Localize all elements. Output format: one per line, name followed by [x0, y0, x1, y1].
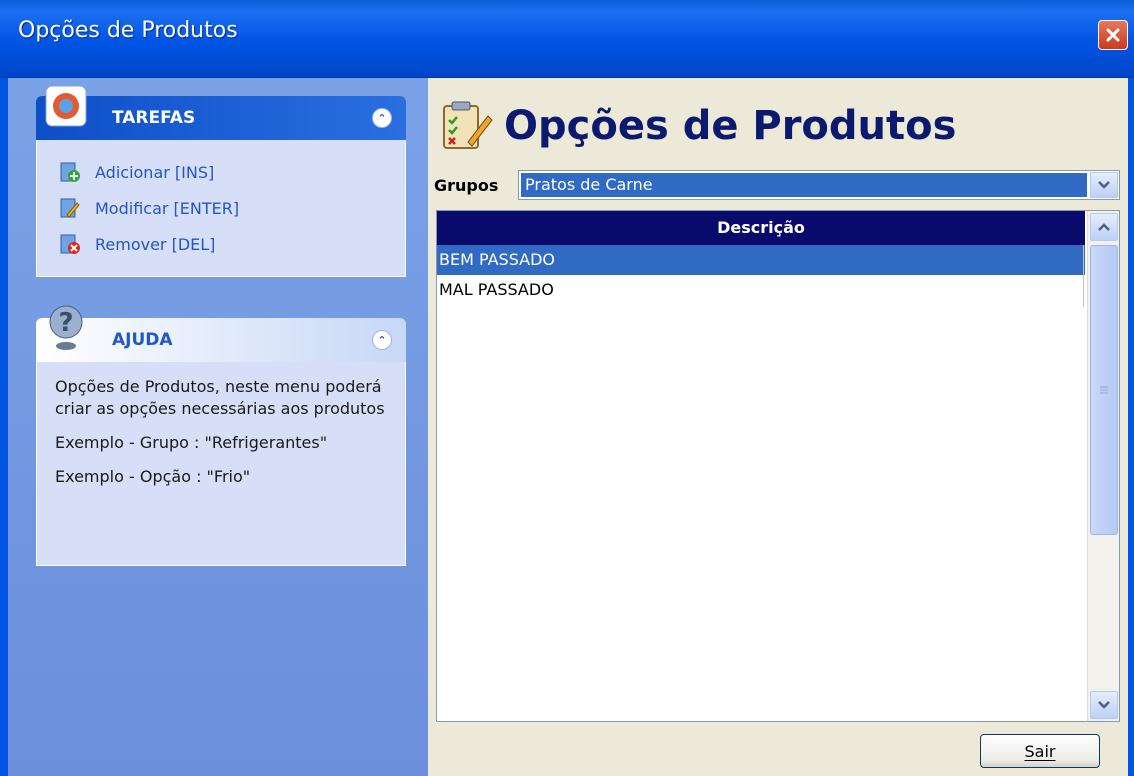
chevron-up-icon: ⌃: [377, 111, 387, 125]
ajuda-panel-header[interactable]: ? AJUDA ⌃: [36, 305, 406, 362]
grupos-selected-value: Pratos de Carne: [521, 173, 1087, 197]
column-header-descricao[interactable]: Descrição: [437, 211, 1085, 245]
title-bar: Opções de Produtos: [0, 0, 1134, 78]
collapse-tarefas-button[interactable]: ⌃: [372, 108, 392, 128]
checklist-icon: [443, 101, 493, 149]
ajuda-panel-body: Opções de Produtos, neste menu poderá cr…: [36, 362, 406, 566]
tasks-globe-icon: [45, 85, 87, 127]
grupos-select[interactable]: Pratos de Carne: [518, 170, 1120, 200]
table-row[interactable]: BEM PASSADO: [437, 245, 1085, 275]
help-question-icon: ?: [49, 305, 83, 350]
grip-icon: [1100, 386, 1108, 394]
tarefas-panel-body: Adicionar [INS] Modificar [ENTER] Remove…: [36, 140, 406, 277]
task-label: Modificar [ENTER]: [95, 198, 240, 218]
collapse-ajuda-button[interactable]: ⌃: [372, 330, 392, 350]
window-frame-right: [1128, 78, 1134, 776]
task-modificar[interactable]: Modificar [ENTER]: [37, 190, 405, 226]
help-paragraph: Exemplo - Opção : "Frio": [55, 467, 251, 486]
task-remover[interactable]: Remover [DEL]: [37, 226, 405, 262]
task-adicionar[interactable]: Adicionar [INS]: [37, 154, 405, 190]
remove-icon: [60, 234, 80, 254]
ajuda-title: AJUDA: [112, 330, 173, 350]
help-text: Opções de Produtos, neste menu poderá cr…: [37, 362, 405, 510]
tarefas-panel: TAREFAS ⌃ Adicionar [INS] Modificar [ENT…: [36, 85, 406, 277]
chevron-up-icon: [1098, 223, 1110, 231]
vertical-scrollbar[interactable]: [1087, 211, 1119, 721]
options-grid: Descrição BEM PASSADO MAL PASSADO: [436, 210, 1120, 722]
grid-column-divider: [1083, 245, 1084, 307]
window-title: Opções de Produtos: [18, 18, 238, 43]
sidebar: TAREFAS ⌃ Adicionar [INS] Modificar [ENT…: [8, 78, 428, 776]
svg-text:?: ?: [58, 308, 73, 338]
window-frame-left: [0, 78, 8, 776]
dropdown-button[interactable]: [1090, 172, 1118, 198]
ajuda-panel: ? AJUDA ⌃ Opções de Produtos, neste menu…: [36, 305, 406, 566]
close-button[interactable]: [1098, 20, 1128, 50]
page-title: Opções de Produtos: [504, 103, 957, 149]
chevron-up-icon: ⌃: [377, 333, 387, 347]
help-paragraph: Opções de Produtos, neste menu poderá cr…: [55, 377, 385, 418]
page-heading: Opções de Produtos: [438, 96, 956, 156]
sair-label: Sair: [1024, 741, 1056, 761]
task-label: Adicionar [INS]: [95, 162, 215, 182]
main-content: Opções de Produtos Grupos Pratos de Carn…: [428, 78, 1128, 776]
edit-icon: [60, 198, 80, 218]
sair-button[interactable]: Sair: [980, 734, 1100, 768]
table-row[interactable]: MAL PASSADO: [437, 275, 1085, 305]
help-paragraph: Exemplo - Grupo : "Refrigerantes": [55, 433, 328, 452]
scroll-down-button[interactable]: [1090, 691, 1118, 719]
chevron-down-icon: [1098, 701, 1110, 709]
close-icon: [1106, 28, 1120, 42]
grupos-label: Grupos: [434, 176, 499, 195]
task-label: Remover [DEL]: [95, 234, 216, 254]
add-icon: [60, 162, 80, 182]
tarefas-title: TAREFAS: [112, 108, 196, 128]
tarefas-panel-header[interactable]: TAREFAS ⌃: [36, 85, 406, 140]
scroll-thumb[interactable]: [1090, 245, 1118, 535]
chevron-down-icon: [1098, 181, 1110, 189]
scroll-up-button[interactable]: [1090, 213, 1118, 241]
